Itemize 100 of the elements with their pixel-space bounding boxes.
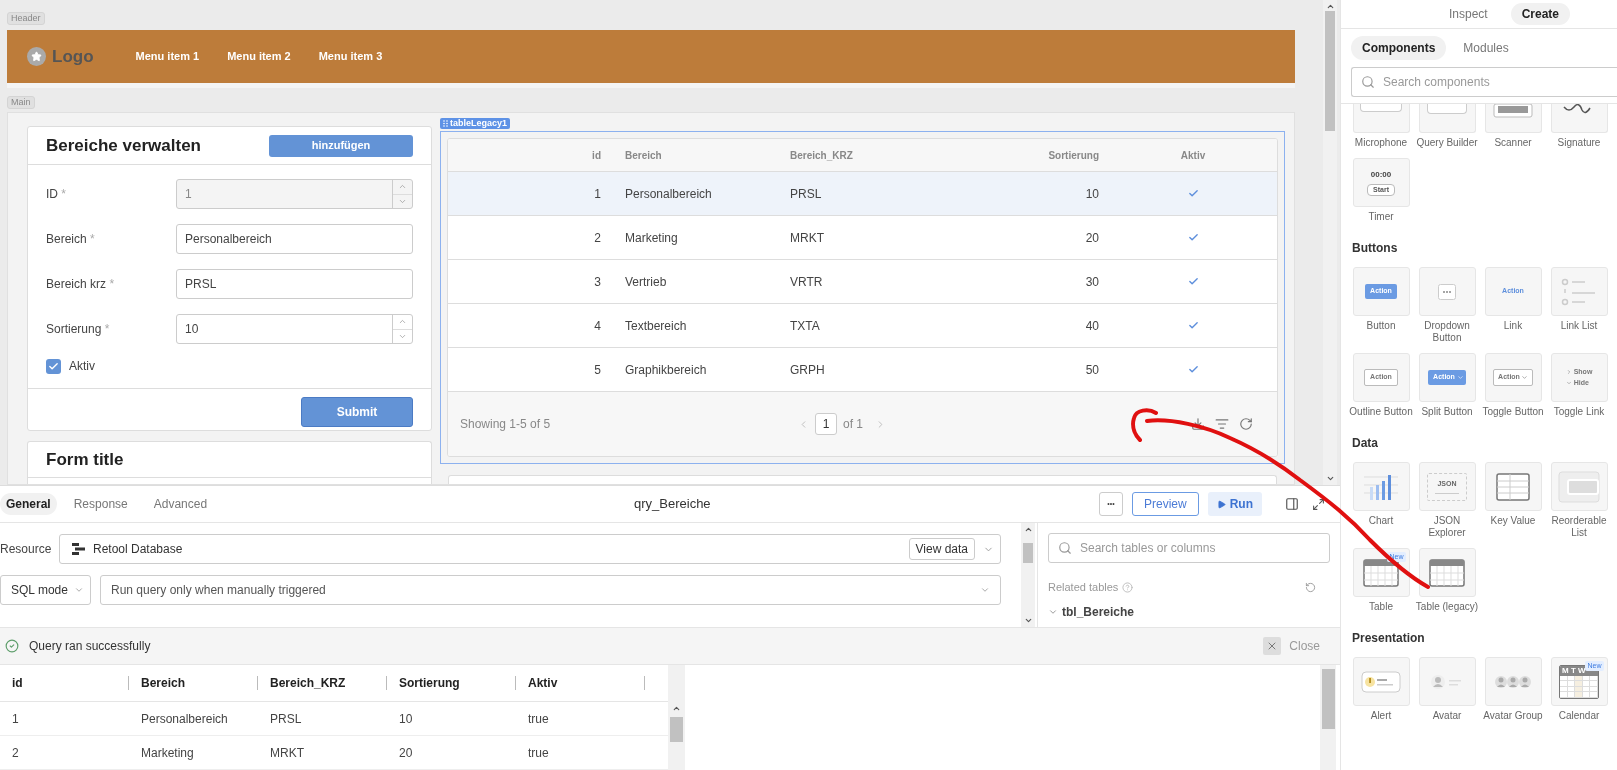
table-search-field[interactable]: Search tables or columns — [1048, 533, 1330, 563]
run-button[interactable]: Run — [1207, 492, 1262, 516]
input-field[interactable]: 10 — [176, 314, 413, 344]
menu-item[interactable]: Menu item 2 — [227, 48, 291, 65]
table-row[interactable]: 1 Personalbereich PRSL 10 — [448, 172, 1277, 216]
row-count: Showing 1-5 of 5 — [460, 416, 551, 433]
tile-label: Microphone — [1353, 137, 1409, 149]
scroll-up-icon[interactable] — [672, 704, 681, 713]
column-header[interactable]: Bereich_KRZ — [270, 674, 346, 692]
bar-chart-icon — [1364, 472, 1398, 501]
add-button[interactable]: hinzufügen — [269, 134, 413, 157]
scrollbar[interactable] — [1323, 0, 1337, 485]
component-tile[interactable] — [1550, 267, 1608, 316]
trigger-select[interactable]: Run query only when manually triggered — [100, 575, 1001, 605]
scroll-down-icon[interactable] — [1325, 474, 1335, 483]
column-header[interactable]: Bereich — [625, 147, 662, 163]
database-icon — [72, 543, 85, 555]
status-message: Query ran successfully — [29, 638, 151, 655]
page-field[interactable]: 1 — [815, 413, 837, 435]
tile-label: Toggle Button — [1481, 406, 1545, 418]
menu-item[interactable]: Menu item 3 — [318, 48, 383, 65]
close-button[interactable]: Close — [1263, 637, 1320, 655]
scroll-thumb[interactable] — [1325, 11, 1335, 131]
table-cell-text: 1 — [12, 710, 19, 728]
barcode-icon — [1493, 104, 1533, 118]
column-header[interactable]: Aktiv — [1180, 147, 1206, 163]
field-label: ID * — [46, 186, 67, 203]
scroll-thumb[interactable] — [1321, 669, 1335, 729]
form-title: Bereiche verwalten — [46, 134, 201, 157]
table-cell-text: 10 — [1085, 185, 1099, 203]
panel-subtab[interactable]: Components — [1351, 36, 1447, 60]
scroll-down-icon[interactable] — [1023, 616, 1033, 625]
drag-handle-icon[interactable] — [443, 120, 448, 127]
menu-item[interactable]: Menu item 1 — [135, 48, 200, 65]
form-title: Form title — [46, 448, 124, 471]
component-tile[interactable] — [1550, 462, 1608, 511]
download-icon[interactable] — [1191, 417, 1205, 431]
header-label: Header — [7, 12, 45, 25]
panel-tab[interactable]: Create — [1510, 3, 1571, 25]
section-heading: Related tables — [1048, 580, 1119, 595]
column-header[interactable]: Bereich_KRZ — [790, 147, 853, 163]
column-header[interactable]: Sortierung — [399, 674, 460, 692]
panel-subtab[interactable]: Modules — [1452, 36, 1520, 60]
query-tab[interactable]: General — [0, 493, 57, 515]
tile-label: Outline Button — [1349, 406, 1413, 418]
preview-button[interactable]: Preview — [1132, 492, 1199, 516]
table-cell-text: MRKT — [270, 744, 304, 762]
mode-select[interactable]: SQL mode — [0, 575, 91, 605]
tile-label: Avatar — [1431, 710, 1463, 722]
related-table-name[interactable]: tbl_Bereiche — [1062, 602, 1135, 621]
component-name-tag: tableLegacy1 — [440, 118, 511, 129]
column-header[interactable]: id — [12, 674, 23, 692]
scroll-thumb[interactable] — [670, 717, 683, 742]
help-icon[interactable] — [1122, 581, 1134, 593]
query-title: qry_Bereiche — [634, 495, 711, 514]
table-cell-text: Textbereich — [625, 317, 687, 335]
scroll-thumb[interactable] — [1023, 543, 1033, 563]
input-field[interactable]: PRSL — [176, 269, 413, 299]
column-header[interactable]: Aktiv — [528, 674, 558, 692]
table-cell-text: GRPH — [790, 361, 825, 379]
view-data-button[interactable]: View data — [908, 538, 975, 560]
component-tile[interactable] — [1418, 548, 1476, 597]
refresh-icon[interactable] — [1305, 581, 1316, 593]
component-tile[interactable] — [1550, 104, 1608, 133]
scrollbar[interactable] — [1021, 523, 1035, 627]
component-tile[interactable] — [1352, 104, 1410, 133]
table-cell-text: 20 — [1085, 229, 1099, 247]
component-tile[interactable] — [1484, 657, 1542, 706]
table-cell-text: 50 — [1085, 361, 1099, 379]
search-icon — [1361, 75, 1375, 89]
input-field[interactable]: Personalbereich — [176, 224, 413, 254]
table-cell-text: PRSL — [790, 185, 822, 203]
section-heading: Data — [1351, 435, 1379, 452]
scroll-up-icon[interactable] — [1325, 2, 1335, 11]
column-header[interactable]: Bereich — [141, 674, 186, 692]
component-tile[interactable] — [1418, 267, 1476, 316]
scroll-up-icon[interactable] — [1023, 525, 1033, 534]
filter-icon[interactable] — [1215, 417, 1229, 431]
component-tile[interactable] — [1352, 657, 1410, 706]
component-tile[interactable] — [1352, 462, 1410, 511]
component-tile[interactable] — [1418, 657, 1476, 706]
column-header[interactable]: Sortierung — [1048, 147, 1099, 163]
table-cell-text: Personalbereich — [625, 185, 712, 203]
tile-label: Table (legacy) — [1415, 601, 1479, 613]
panel-tab[interactable]: Inspect — [1437, 3, 1499, 25]
resource-select[interactable]: Retool Database View data — [59, 534, 1001, 564]
query-tab[interactable]: Advanced — [144, 493, 217, 515]
component-tile[interactable] — [1418, 104, 1476, 133]
expand-icon[interactable] — [1312, 497, 1325, 511]
submit-button[interactable]: Submit — [301, 397, 413, 427]
side-panel-icon[interactable] — [1285, 497, 1299, 511]
component-search-field[interactable]: Search components — [1351, 67, 1617, 97]
component-tile[interactable] — [1484, 462, 1542, 511]
refresh-icon[interactable] — [1239, 417, 1253, 431]
component-tile[interactable] — [1484, 104, 1542, 133]
column-header[interactable]: id — [592, 147, 601, 163]
query-tab[interactable]: Response — [64, 493, 137, 515]
main-label: Main — [7, 96, 35, 109]
checkbox[interactable] — [46, 358, 61, 374]
alert-icon — [1361, 670, 1401, 693]
